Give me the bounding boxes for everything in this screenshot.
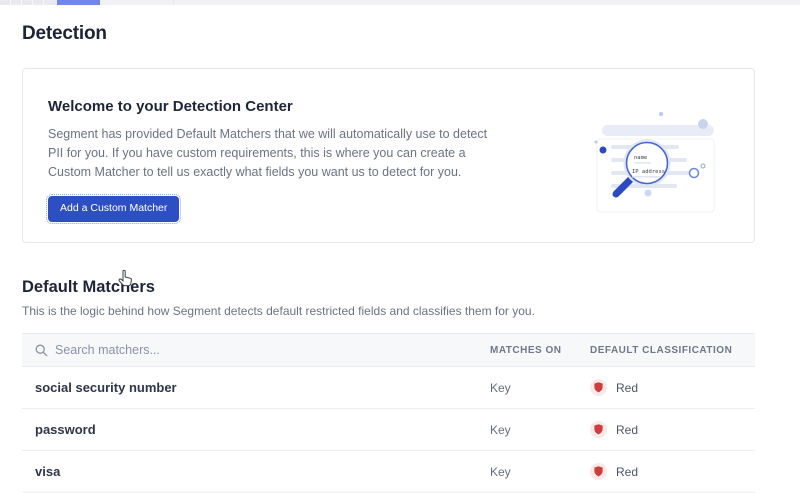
classification-red-shield-icon xyxy=(590,379,607,396)
welcome-body: Segment has provided Default Matchers th… xyxy=(48,125,500,182)
welcome-card: Welcome to your Detection Center Segment… xyxy=(22,68,755,243)
matcher-classification: Red xyxy=(590,379,755,396)
matcher-classification: Red xyxy=(590,421,755,438)
deco-dot-icon xyxy=(698,119,708,129)
matcher-classification: Red xyxy=(590,463,755,480)
matchers-table: MATCHES ON DEFAULT CLASSIFICATION social… xyxy=(22,333,755,493)
table-row[interactable]: visa Key Red xyxy=(22,451,755,493)
classification-red-shield-icon xyxy=(590,421,607,438)
detection-illustration: name IP address xyxy=(584,101,754,231)
deco-dot-icon xyxy=(595,141,598,144)
classification-label: Red xyxy=(616,381,638,395)
add-custom-matcher-button[interactable]: Add a Custom Matcher xyxy=(48,196,179,222)
matcher-matches-on: Key xyxy=(490,381,590,395)
column-header-default-classification: DEFAULT CLASSIFICATION xyxy=(590,345,755,356)
deco-dot-icon xyxy=(645,190,652,197)
default-matchers-section: Default Matchers This is the logic behin… xyxy=(22,277,755,493)
column-header-matches-on: MATCHES ON xyxy=(490,345,590,356)
matcher-name: password xyxy=(35,422,490,437)
matcher-matches-on: Key xyxy=(490,423,590,437)
deco-ring-icon xyxy=(690,169,699,178)
matcher-name: social security number xyxy=(35,380,490,395)
lens-label-ip-address: IP address xyxy=(632,169,665,175)
lens-label-name: name xyxy=(634,155,647,161)
main-content: Detection Welcome to your Detection Cent… xyxy=(22,5,755,493)
table-header-row: MATCHES ON DEFAULT CLASSIFICATION xyxy=(22,333,755,367)
page-title: Detection xyxy=(22,23,755,45)
search-icon xyxy=(35,344,48,357)
table-row[interactable]: password Key Red xyxy=(22,409,755,451)
search-matchers-input[interactable] xyxy=(55,343,355,357)
deco-bar xyxy=(602,125,714,136)
matcher-matches-on: Key xyxy=(490,465,590,479)
default-matchers-description: This is the logic behind how Segment det… xyxy=(22,304,755,318)
classification-label: Red xyxy=(616,423,638,437)
matcher-name: visa xyxy=(35,464,490,479)
classification-label: Red xyxy=(616,465,638,479)
classification-red-shield-icon xyxy=(590,463,607,480)
pointer-cursor-icon xyxy=(118,270,133,287)
search-cell xyxy=(35,343,490,357)
deco-dot-icon xyxy=(659,112,663,116)
table-row[interactable]: social security number Key Red xyxy=(22,367,755,409)
tab-divider xyxy=(10,0,11,5)
deco-dot-icon xyxy=(600,147,607,154)
